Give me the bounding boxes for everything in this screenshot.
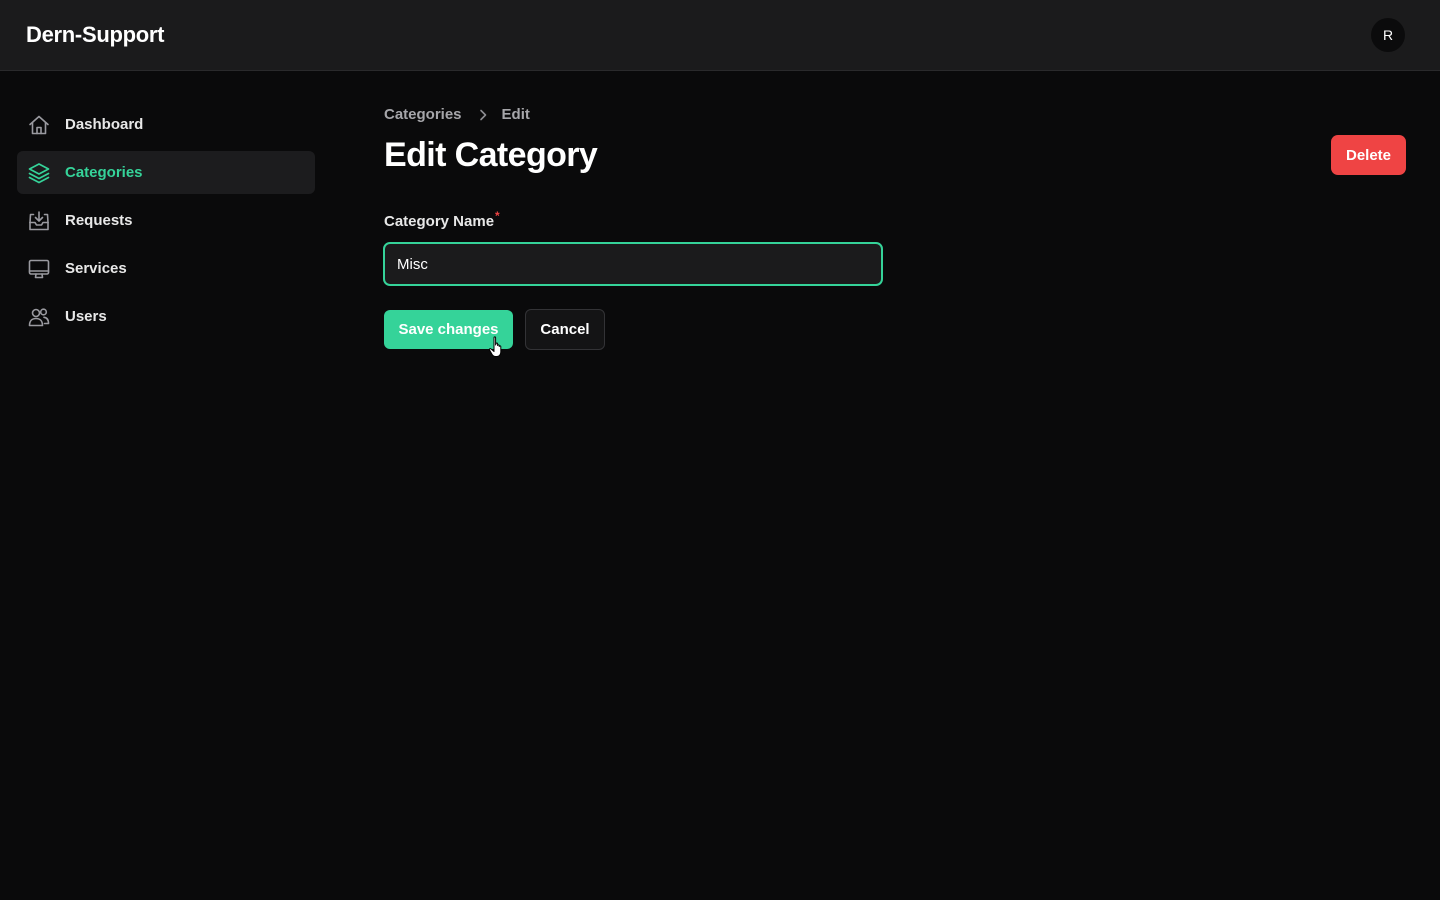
hand-pointer-cursor-icon <box>488 336 502 357</box>
sidebar-item-label: Requests <box>65 212 133 229</box>
user-avatar[interactable]: R <box>1371 18 1405 52</box>
sidebar-item-dashboard[interactable]: Dashboard <box>17 103 315 146</box>
sidebar-nav: Dashboard Categories Requests Services U… <box>17 103 315 343</box>
brand-logo-text[interactable]: Dern-Support <box>26 22 164 48</box>
sidebar-item-label: Dashboard <box>65 116 144 133</box>
delete-button[interactable]: Delete <box>1331 135 1406 175</box>
monitor-icon <box>27 257 51 281</box>
category-name-input[interactable] <box>383 242 883 286</box>
breadcrumb-item-edit: Edit <box>501 106 530 123</box>
inbox-tray-icon <box>27 209 51 233</box>
sidebar-item-requests[interactable]: Requests <box>17 199 315 242</box>
category-name-label: Category Name* <box>384 209 500 230</box>
users-icon <box>27 305 51 329</box>
cancel-button[interactable]: Cancel <box>525 309 605 350</box>
breadcrumb: Categories Edit <box>384 106 530 123</box>
top-bar: Dern-Support R <box>0 0 1440 71</box>
sidebar-item-label: Categories <box>65 164 143 181</box>
chevron-right-icon <box>478 109 488 121</box>
home-icon <box>27 113 51 137</box>
breadcrumb-item-categories[interactable]: Categories <box>384 106 462 123</box>
sidebar-item-label: Users <box>65 308 107 325</box>
sidebar-item-categories[interactable]: Categories <box>17 151 315 194</box>
sidebar-item-label: Services <box>65 260 127 277</box>
sidebar-item-services[interactable]: Services <box>17 247 315 290</box>
category-name-label-text: Category Name <box>384 213 495 230</box>
page-title: Edit Category <box>384 136 598 174</box>
layers-icon <box>27 161 51 185</box>
required-marker: * <box>495 209 500 223</box>
sidebar-item-users[interactable]: Users <box>17 295 315 338</box>
